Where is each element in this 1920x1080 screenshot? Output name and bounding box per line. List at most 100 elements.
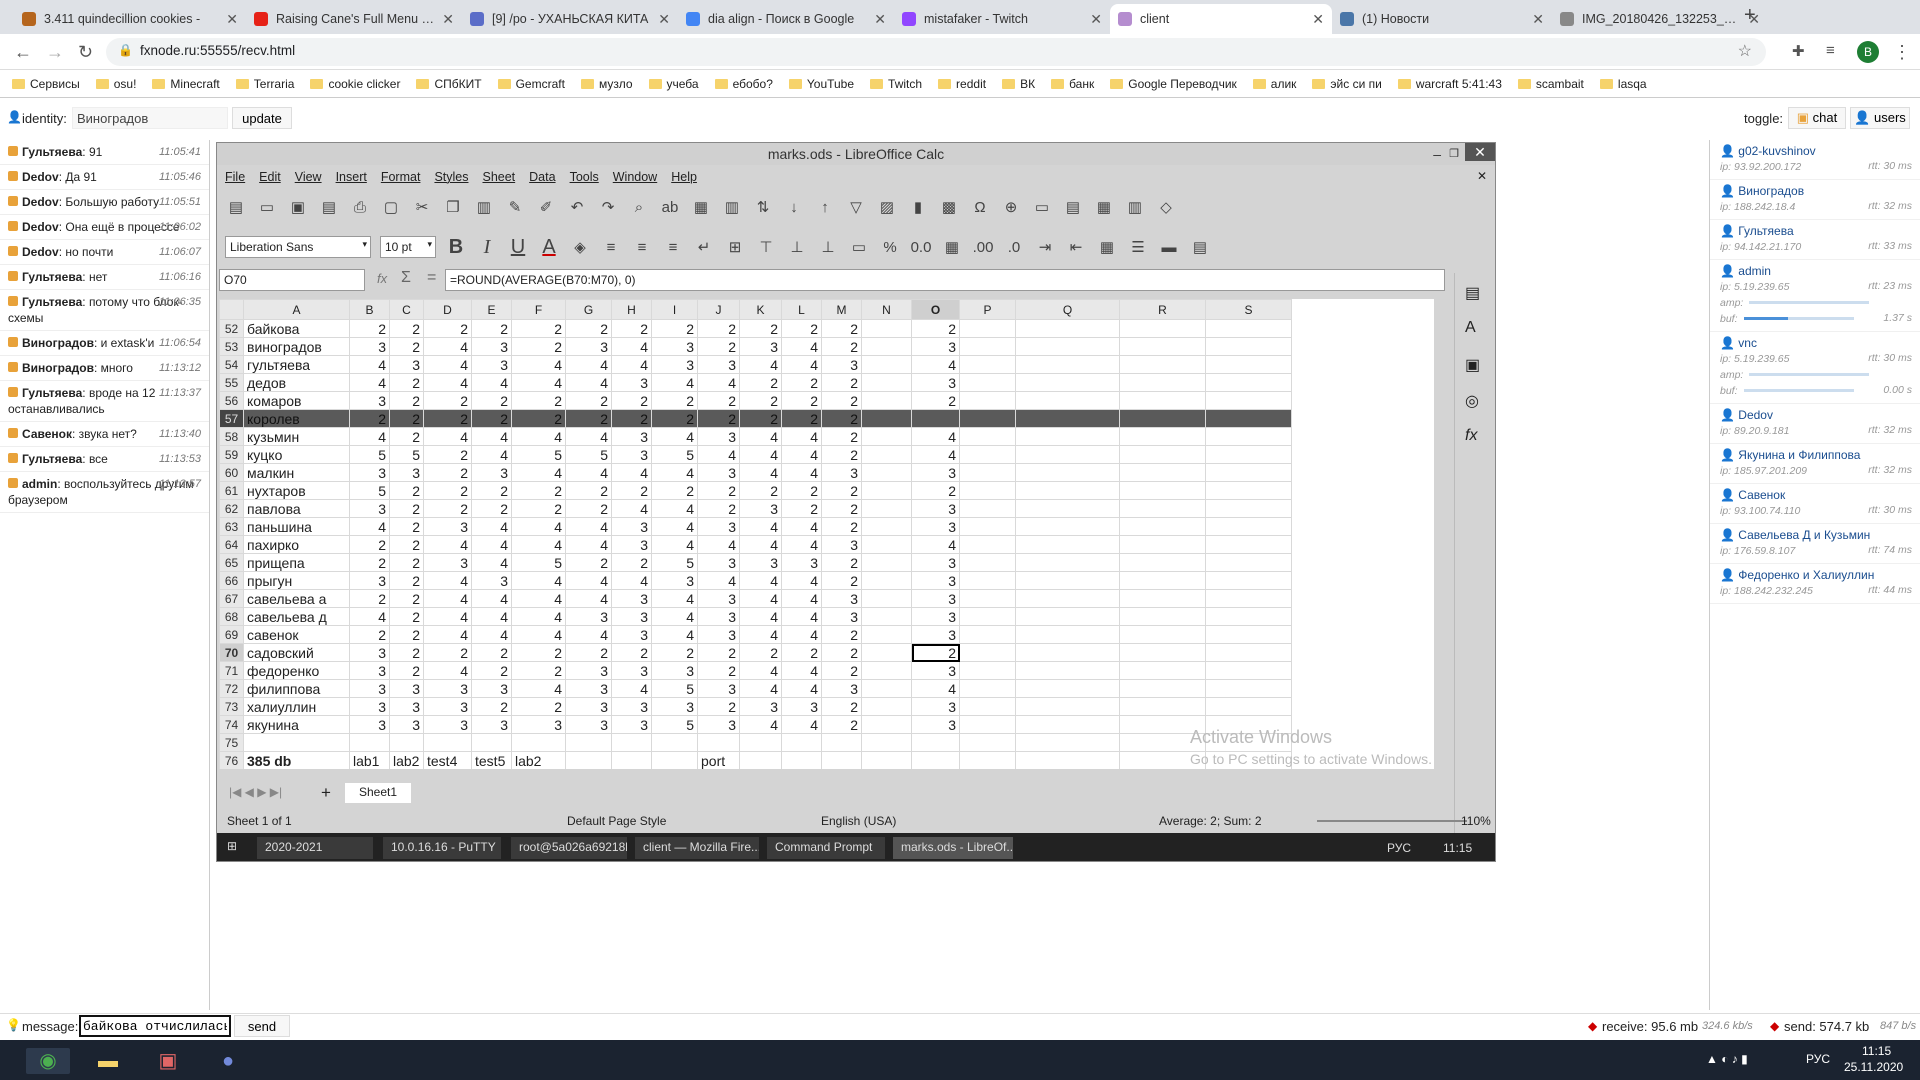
empty-cell[interactable]	[1015, 391, 1120, 410]
formula-input[interactable]: =ROUND(AVERAGE(B70:M70), 0)	[445, 269, 1445, 291]
sum-icon[interactable]: Σ	[401, 269, 411, 287]
empty-cell[interactable]	[1119, 373, 1206, 392]
styles-icon[interactable]: A	[1465, 319, 1476, 337]
grade-cell[interactable]: 4	[611, 463, 652, 482]
grade-cell[interactable]: 2	[389, 319, 424, 338]
empty-cell[interactable]	[861, 517, 912, 536]
student-name-cell[interactable]: комаров	[243, 391, 350, 410]
column-header[interactable]: B	[349, 299, 390, 320]
empty-cell[interactable]	[861, 535, 912, 554]
grade-cell[interactable]: 3	[697, 355, 740, 374]
average-cell[interactable]: 3	[911, 607, 960, 626]
show-draw-icon[interactable]: ◇	[1155, 197, 1177, 217]
empty-cell[interactable]	[861, 463, 912, 482]
student-name-cell[interactable]: садовский	[243, 643, 350, 662]
add-decimal-icon[interactable]: .00	[972, 237, 994, 257]
empty-cell[interactable]	[1119, 499, 1206, 518]
browser-tab[interactable]: dia align - Поиск в Google ✕	[678, 4, 894, 34]
row-header[interactable]: 70	[219, 643, 244, 662]
student-name-cell[interactable]: савельева а	[243, 589, 350, 608]
grade-cell[interactable]: 5	[511, 445, 566, 464]
empty-cell[interactable]	[1119, 409, 1206, 428]
student-name-cell[interactable]: якунина	[243, 715, 350, 734]
empty-cell[interactable]	[1205, 517, 1292, 536]
empty-cell[interactable]	[1205, 499, 1292, 518]
empty-cell[interactable]	[1015, 499, 1120, 518]
grade-cell[interactable]: 4	[739, 427, 782, 446]
print-preview-icon[interactable]: ▢	[380, 197, 402, 217]
grade-cell[interactable]: 4	[739, 535, 782, 554]
empty-cell[interactable]	[1015, 427, 1120, 446]
empty-cell[interactable]	[1015, 463, 1120, 482]
border-style-icon[interactable]: ☰	[1127, 237, 1149, 257]
empty-cell[interactable]	[861, 679, 912, 698]
empty-cell[interactable]	[959, 319, 1016, 338]
grade-cell[interactable]: 2	[565, 319, 612, 338]
grade-cell[interactable]: 4	[511, 427, 566, 446]
empty-cell[interactable]	[959, 391, 1016, 410]
grade-cell[interactable]: 2	[651, 391, 698, 410]
grade-cell[interactable]: 3	[349, 499, 390, 518]
header-icon[interactable]: ▤	[1062, 197, 1084, 217]
grade-cell[interactable]: 5	[349, 445, 390, 464]
grade-cell[interactable]: 4	[781, 445, 822, 464]
menu-item[interactable]: Format	[381, 167, 421, 187]
grade-cell[interactable]: 4	[781, 517, 822, 536]
grade-cell[interactable]: 4	[611, 337, 652, 356]
empty-cell[interactable]	[959, 373, 1016, 392]
grade-cell[interactable]: 3	[821, 355, 862, 374]
grade-cell[interactable]: 2	[471, 499, 512, 518]
empty-cell[interactable]	[1205, 463, 1292, 482]
empty-cell[interactable]	[861, 697, 912, 716]
grade-cell[interactable]: 3	[565, 337, 612, 356]
grade-cell[interactable]: 5	[389, 445, 424, 464]
empty-cell[interactable]	[1015, 697, 1120, 716]
grade-cell[interactable]: 3	[697, 715, 740, 734]
grade-cell[interactable]: 4	[349, 427, 390, 446]
empty-cell[interactable]	[1205, 481, 1292, 500]
empty-cell[interactable]	[861, 553, 912, 572]
student-name-cell[interactable]: савенок	[243, 625, 350, 644]
grade-cell[interactable]: 2	[697, 697, 740, 716]
grade-cell[interactable]: 2	[821, 499, 862, 518]
grade-cell[interactable]: 2	[697, 409, 740, 428]
empty-cell[interactable]	[959, 517, 1016, 536]
grade-cell[interactable]: 2	[349, 319, 390, 338]
empty-cell[interactable]	[1205, 319, 1292, 338]
average-cell[interactable]: 4	[911, 679, 960, 698]
row-header[interactable]: 72	[219, 679, 244, 698]
bookmark-item[interactable]: СПбКИТ	[416, 77, 482, 91]
empty-cell[interactable]	[1119, 355, 1206, 374]
grade-cell[interactable]: 2	[821, 373, 862, 392]
row-icon[interactable]: ▦	[690, 197, 712, 217]
find-icon[interactable]: ⌕	[628, 197, 650, 217]
grade-cell[interactable]: 3	[423, 679, 472, 698]
empty-cell[interactable]	[1015, 373, 1120, 392]
send-button[interactable]: send	[234, 1015, 290, 1037]
new-tab-icon[interactable]: +	[1744, 4, 1756, 27]
empty-cell[interactable]	[1119, 481, 1206, 500]
grade-cell[interactable]: 2	[739, 409, 782, 428]
empty-cell[interactable]	[861, 607, 912, 626]
empty-cell[interactable]	[1119, 517, 1206, 536]
grade-cell[interactable]: 2	[511, 481, 566, 500]
grade-cell[interactable]: 5	[651, 553, 698, 572]
grade-cell[interactable]: 4	[511, 355, 566, 374]
border-color-icon[interactable]: ▬	[1158, 237, 1180, 257]
grade-cell[interactable]: 3	[349, 571, 390, 590]
grade-cell[interactable]: 4	[651, 499, 698, 518]
browser-tab[interactable]: 3.411 quindecillion cookies - ✕	[14, 4, 246, 34]
menu-item[interactable]: Tools	[570, 167, 599, 187]
grade-cell[interactable]: 2	[651, 409, 698, 428]
tab-close-icon[interactable]: ✕	[658, 11, 670, 28]
grade-cell[interactable]: 2	[697, 319, 740, 338]
grade-cell[interactable]: 5	[349, 481, 390, 500]
column-header[interactable]: M	[821, 299, 862, 320]
grade-cell[interactable]: 4	[565, 463, 612, 482]
student-name-cell[interactable]: павлова	[243, 499, 350, 518]
sort-asc-icon[interactable]: ↓	[783, 197, 805, 217]
autofilter-icon[interactable]: ▽	[845, 197, 867, 217]
grade-cell[interactable]: 2	[697, 499, 740, 518]
spreadsheet-grid[interactable]: A B C D E F G H I J K L M N O P Q R S 52 байкова 2 2 2 2 2 2 2 2 2 2 2 2…	[219, 299, 1434, 769]
empty-cell[interactable]	[1015, 409, 1120, 428]
